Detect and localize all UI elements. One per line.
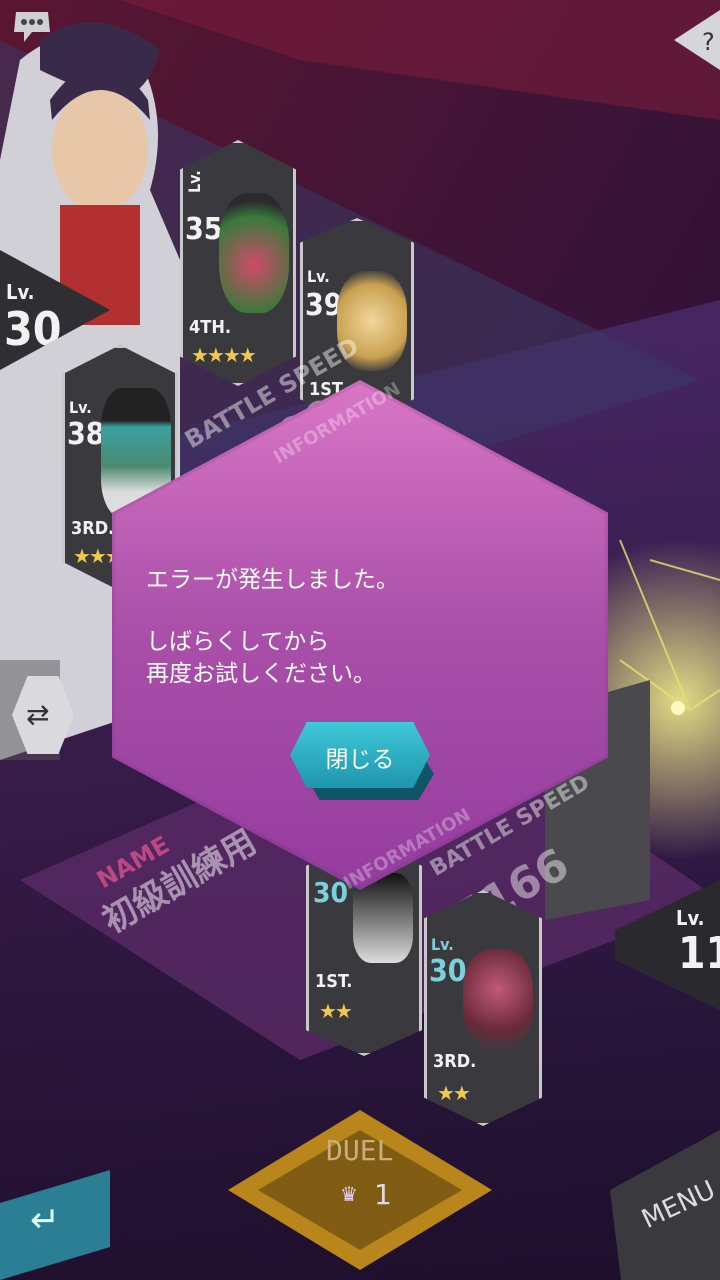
opponent-level-value: 11 [678, 928, 720, 979]
swap-arrows-icon: ⇄ [26, 698, 50, 731]
monster-portrait [463, 949, 533, 1049]
opponent-level-label: Lv. [676, 906, 705, 930]
card-level: 30 [313, 876, 349, 909]
card-level: 35 [185, 212, 223, 247]
duel-count: 1 [374, 1178, 392, 1211]
duel-label: DUEL [326, 1134, 394, 1167]
team-top-card-1[interactable]: Lv. 35 4TH. ★★★★ [180, 140, 296, 386]
card-stars: ★★★★ [191, 343, 257, 367]
card-rank: 3RD. [71, 518, 115, 539]
team-bottom-card-2[interactable]: Lv. 30 3RD. ★★ [424, 890, 542, 1126]
card-rank: 1ST. [315, 971, 353, 992]
card-lv-label: Lv. [69, 398, 92, 417]
close-button-label: 閉じる [325, 747, 395, 773]
chat-bubble-icon[interactable] [12, 10, 52, 44]
card-lv-label: Lv. [431, 935, 454, 954]
card-rank: 4TH. [189, 317, 232, 338]
card-stars: ★★ [319, 999, 353, 1023]
monster-portrait [219, 193, 289, 313]
error-message-line-2: しばらくしてから [146, 629, 330, 655]
menu-label: MENU [637, 1175, 720, 1235]
card-level: 38 [67, 417, 105, 452]
duel-button[interactable]: DUEL ♛ 1 [228, 1110, 492, 1270]
card-rank: 3RD. [433, 1051, 477, 1072]
card-lv-label: Lv. [307, 267, 330, 286]
close-button[interactable]: 閉じる [290, 722, 434, 802]
card-stars: ★★ [437, 1081, 471, 1105]
back-arrow-icon: ↵ [30, 1200, 61, 1241]
question-icon[interactable]: ? [674, 10, 720, 70]
player-level-label: Lv. [6, 280, 35, 304]
card-lv-label: Lv. [185, 170, 204, 193]
crown-icon: ♛ [340, 1182, 358, 1206]
card-level: 30 [429, 954, 467, 989]
error-message-line-3: 再度お試しください。 [146, 661, 376, 687]
error-message-line-1: エラーが発生しました。 [146, 567, 399, 593]
svg-text:?: ? [702, 28, 715, 56]
